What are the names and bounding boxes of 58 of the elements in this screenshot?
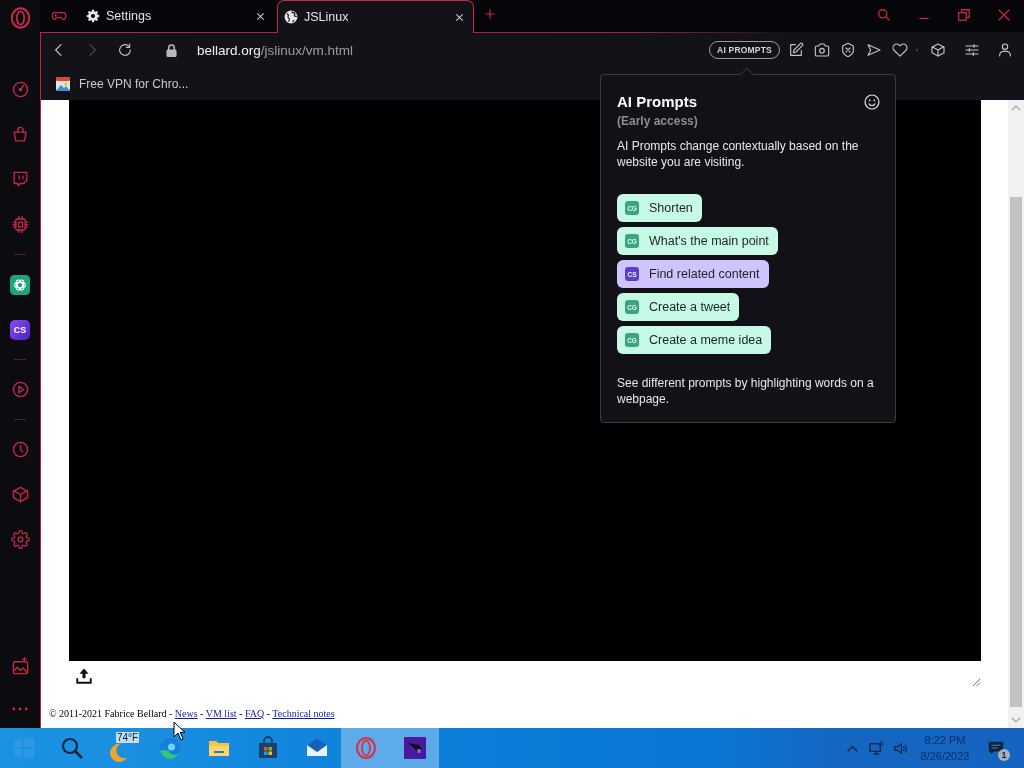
browser-tab[interactable]: JSLinux	[277, 0, 474, 33]
upload-icon[interactable]	[75, 667, 93, 685]
app-tile-icon	[402, 736, 427, 760]
image-icon[interactable]	[10, 657, 30, 676]
speech-box-icon[interactable]	[10, 170, 30, 189]
chip-icon[interactable]	[10, 215, 30, 234]
scrollbar-track[interactable]	[1008, 100, 1024, 728]
popup-hint: See different prompts by highlighting words on a webpage.	[617, 375, 875, 407]
search-icon[interactable]	[59, 736, 84, 760]
blocker-icon[interactable]	[840, 42, 856, 58]
browser-tab[interactable]: Settings	[78, 0, 275, 32]
settings-icon[interactable]	[10, 530, 30, 549]
address-field[interactable]: bellard.org/jslinux/vm.html	[197, 42, 354, 58]
new-tab-icon[interactable]	[484, 8, 496, 20]
lock-icon	[166, 43, 177, 57]
sliders-icon[interactable]	[964, 42, 980, 58]
search-icon[interactable]	[877, 8, 891, 22]
close-icon[interactable]	[255, 10, 266, 22]
knot-app-icon[interactable]	[10, 274, 30, 295]
network-icon[interactable]	[868, 740, 884, 756]
close-icon[interactable]	[454, 11, 465, 23]
user-icon[interactable]	[997, 42, 1013, 58]
play-icon[interactable]	[10, 380, 30, 399]
restore-icon[interactable]	[957, 8, 971, 22]
speaker-icon[interactable]	[892, 740, 908, 756]
ring-logo-icon	[353, 736, 378, 760]
reload-icon[interactable]	[117, 42, 133, 58]
footer-link[interactable]: Technical notes	[272, 708, 335, 719]
cube-icon[interactable]	[930, 42, 946, 58]
globe-icon	[284, 10, 298, 24]
footer-link[interactable]: News	[174, 708, 198, 719]
clock-icon[interactable]	[10, 440, 30, 459]
footer-link[interactable]: VM list	[205, 708, 237, 719]
smiley-icon[interactable]	[864, 94, 880, 110]
footer-text: © 2011-2021 Fabrice Bellard - News - VM list - FAQ - Technical notes	[49, 708, 335, 720]
cs-app-icon[interactable]: CS	[10, 319, 30, 340]
gear-icon	[86, 9, 100, 23]
notification-icon[interactable]	[987, 739, 1005, 757]
weather-temperature[interactable]: 74°F	[116, 732, 140, 743]
resize-grip-icon[interactable]	[972, 678, 981, 687]
more-icon[interactable]	[12, 706, 28, 711]
popup-title: AI Prompts	[617, 93, 697, 111]
ring-logo-icon[interactable]	[9, 7, 31, 29]
camera-icon[interactable]	[814, 42, 830, 58]
speedometer-icon[interactable]	[10, 80, 30, 99]
popup-description: AI Prompts change contextually based on the website you are visiting.	[617, 138, 860, 170]
send-icon[interactable]	[866, 42, 882, 58]
swirl-icon	[157, 736, 182, 760]
taskbar-app[interactable]	[390, 728, 439, 768]
close-window-icon[interactable]	[997, 8, 1011, 22]
footer-link[interactable]: FAQ	[244, 708, 265, 719]
scrollbar-thumb[interactable]	[1010, 197, 1022, 707]
picture-icon	[56, 76, 70, 91]
bookmark-item[interactable]: Free VPN for Chro...	[56, 76, 189, 91]
heart-icon[interactable]	[892, 42, 908, 58]
edit-icon[interactable]	[788, 42, 804, 58]
notification-count: 1	[998, 749, 1010, 761]
popup-subtitle: (Early access)	[617, 114, 699, 128]
